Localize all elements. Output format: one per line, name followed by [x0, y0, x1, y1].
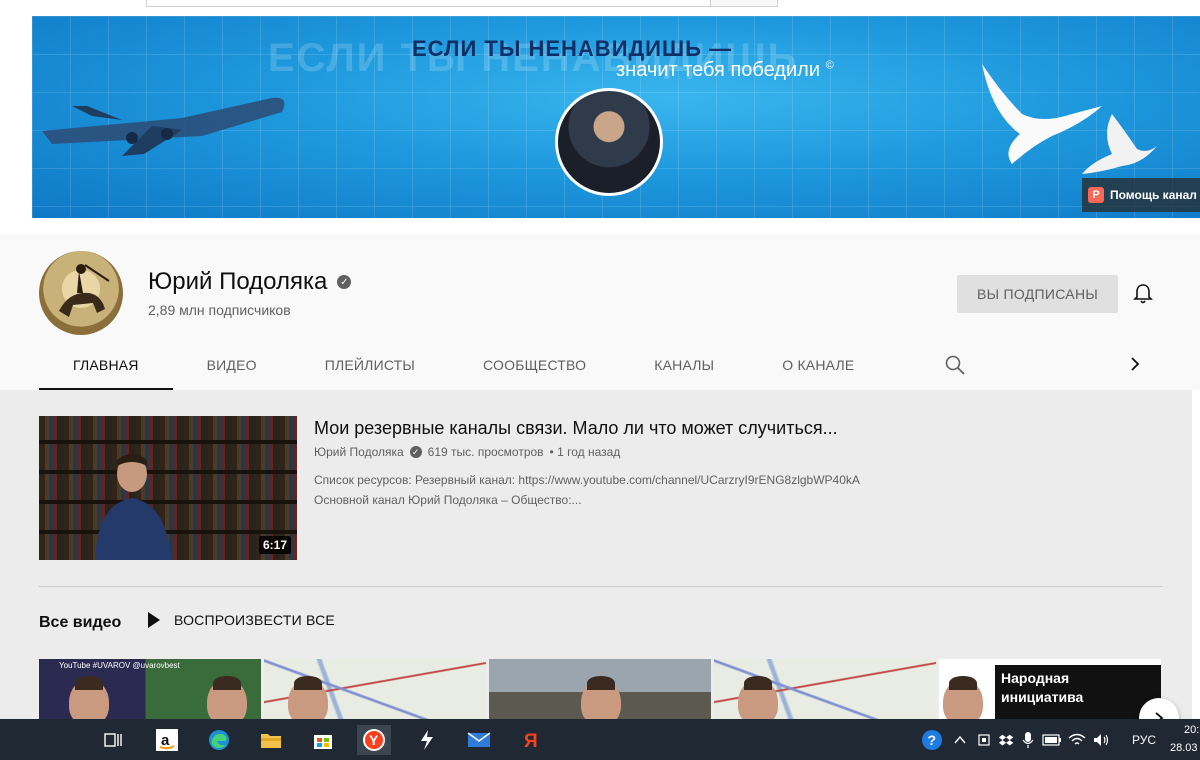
mail-icon[interactable] — [462, 725, 496, 755]
person-face — [943, 676, 983, 719]
tab-channels[interactable]: КАНАЛЫ — [620, 344, 748, 388]
banner-portrait — [555, 88, 663, 196]
subscriber-count: 2,89 млн подписчиков — [148, 302, 291, 318]
microphone-icon[interactable] — [1022, 731, 1034, 749]
help-question-icon[interactable]: ? — [920, 728, 944, 752]
svg-text:?: ? — [928, 732, 937, 748]
channel-name-text: Юрий Подоляка — [148, 268, 328, 295]
tab-home[interactable]: ГЛАВНАЯ — [39, 344, 173, 390]
video-thumbnail[interactable] — [714, 659, 936, 719]
banner-slogan-line2: значит тебя победили © — [616, 59, 834, 81]
channel-name: Юрий Подоляка ✓ — [148, 268, 352, 296]
person-face — [288, 676, 328, 719]
search-icon[interactable] — [944, 354, 966, 376]
video-thumbnail[interactable]: Народная инициатива — [939, 659, 1161, 719]
yandex-icon[interactable]: Я — [514, 725, 548, 755]
help-channel-button[interactable]: P Помощь канал — [1082, 178, 1200, 212]
task-view-icon[interactable] — [96, 725, 130, 755]
video-age: • 1 год назад — [549, 445, 621, 459]
content-right-edge — [1192, 390, 1200, 720]
search-bar-remnant[interactable] — [146, 0, 778, 7]
featured-video-meta: Юрий Подоляка ✓ 619 тыс. просмотров • 1 … — [314, 445, 620, 459]
windows-taskbar: a Y Я ? — [0, 719, 1200, 760]
help-channel-label: Помощь канал — [1110, 188, 1197, 202]
horseman-icon — [59, 264, 110, 317]
language-indicator[interactable]: РУС — [1132, 733, 1156, 747]
video-thumbnail[interactable] — [264, 659, 486, 719]
featured-video-thumbnail[interactable]: 6:17 — [39, 416, 297, 560]
system-tray: ? — [920, 719, 1110, 760]
tab-community[interactable]: СООБЩЕСТВО — [449, 344, 620, 388]
chevron-right-icon[interactable] — [1126, 355, 1144, 373]
dropbox-icon[interactable] — [998, 732, 1014, 748]
doves-graphic — [982, 64, 1157, 174]
featured-video-title[interactable]: Мои резервные каналы связи. Мало ли что … — [314, 418, 838, 439]
airplane-graphic — [42, 97, 285, 156]
video-views: 619 тыс. просмотров — [427, 445, 544, 459]
winamp-icon[interactable] — [410, 725, 444, 755]
thumbnail-caption: YouTube #UVAROV @uvarovbest — [59, 661, 180, 670]
play-all-label: ВОСПРОИЗВЕСТИ ВСЕ — [174, 612, 335, 628]
yandex-browser-icon[interactable]: Y — [357, 725, 391, 755]
wifi-icon[interactable] — [1068, 732, 1086, 748]
video-description-line2: Основной канал Юрий Подоляка – Общество:… — [314, 493, 582, 507]
amazon-icon[interactable]: a — [150, 725, 184, 755]
channel-avatar[interactable] — [39, 251, 123, 335]
caption-line2: инициатива — [1001, 689, 1084, 705]
person-face — [581, 676, 621, 719]
video-thumbnail[interactable]: YouTube #UVAROV @uvarovbest — [39, 659, 261, 719]
all-videos-title[interactable]: Все видео — [39, 614, 121, 632]
search-button[interactable] — [710, 0, 777, 6]
edge-browser-icon[interactable] — [202, 725, 236, 755]
person-face — [207, 676, 247, 719]
play-all-button[interactable]: ВОСПРОИЗВЕСТИ ВСЕ — [148, 612, 335, 628]
clock-time[interactable]: 20: — [1184, 724, 1199, 736]
thumbnail-caption: Народная инициатива — [1001, 669, 1083, 707]
svg-text:Я: Я — [524, 731, 538, 751]
section-divider — [39, 586, 1163, 587]
channel-banner: ЕСЛИ ТЫ НЕНАВИДИШЬ ЕСЛИ ТЫ НЕНАВИДИШЬ — … — [32, 16, 1200, 218]
volume-icon[interactable] — [1092, 732, 1110, 748]
person-face — [69, 676, 109, 719]
chevron-up-icon[interactable] — [952, 732, 968, 748]
video-thumbnail[interactable] — [489, 659, 711, 719]
copyright-mark: © — [825, 59, 834, 72]
video-description-line1: Список ресурсов: Резервный канал: https:… — [314, 473, 860, 487]
video-duration-badge: 6:17 — [258, 536, 291, 554]
clock-date[interactable]: 28.03 — [1170, 742, 1198, 754]
patreon-icon: P — [1088, 187, 1104, 203]
tab-playlists[interactable]: ПЛЕЙЛИСТЫ — [291, 344, 449, 388]
svg-text:Y: Y — [369, 732, 379, 748]
presenter-figure — [95, 454, 171, 560]
subscribed-button[interactable]: ВЫ ПОДПИСАНЫ — [957, 275, 1118, 313]
usb-device-icon[interactable] — [976, 732, 992, 748]
file-explorer-icon[interactable] — [254, 725, 288, 755]
person-face — [738, 676, 778, 719]
play-icon — [148, 612, 160, 628]
bell-icon[interactable] — [1131, 282, 1155, 306]
tab-about[interactable]: О КАНАЛЕ — [748, 344, 888, 388]
svg-text:a: a — [161, 732, 170, 749]
verified-check-icon: ✓ — [409, 446, 422, 458]
caption-line1: Народная — [1001, 670, 1070, 686]
verified-check-icon: ✓ — [337, 275, 352, 289]
battery-icon[interactable] — [1042, 733, 1062, 747]
channel-tabs: ГЛАВНАЯ ВИДЕО ПЛЕЙЛИСТЫ СООБЩЕСТВО КАНАЛ… — [39, 344, 888, 390]
store-icon[interactable] — [306, 725, 340, 755]
video-channel-name[interactable]: Юрий Подоляка — [314, 445, 404, 459]
video-grid: YouTube #UVAROV @uvarovbest Народная ини… — [39, 659, 1163, 719]
tab-videos[interactable]: ВИДЕО — [173, 344, 291, 388]
